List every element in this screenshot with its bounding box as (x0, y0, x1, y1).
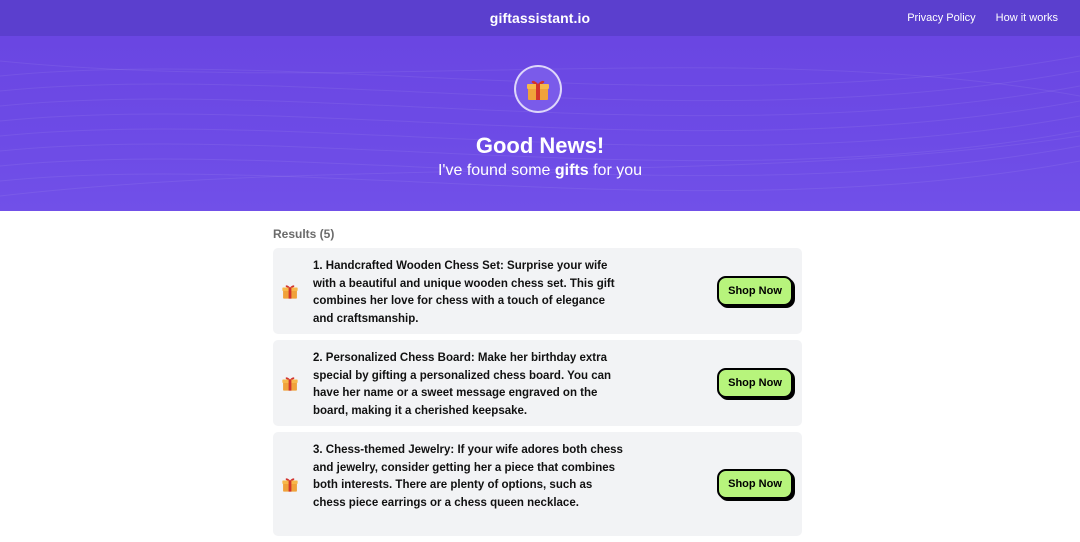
hero-subtitle: I've found some gifts for you (0, 162, 1080, 180)
shop-now-button[interactable]: Shop Now (717, 368, 793, 398)
hero-subtitle-post: for you (588, 162, 643, 179)
hero-gift-badge (514, 65, 562, 113)
nav-link-privacy-policy[interactable]: Privacy Policy (907, 12, 975, 24)
shop-now-button[interactable]: Shop Now (717, 469, 793, 499)
gift-icon (282, 285, 298, 299)
gift-icon (282, 377, 298, 391)
result-card: 1. Handcrafted Wooden Chess Set: Surpris… (273, 248, 802, 334)
nav-links: Privacy Policy How it works (907, 0, 1058, 36)
hero-subtitle-pre: I've found some (437, 162, 555, 179)
gift-icon (282, 478, 298, 492)
hero-wave-pattern (0, 55, 1080, 197)
brand-logo[interactable]: giftassistant.io (490, 10, 590, 26)
result-text: 3. Chess-themed Jewelry: If your wife ad… (313, 444, 623, 509)
top-nav: giftassistant.io Privacy Policy How it w… (0, 0, 1080, 36)
result-card: 2. Personalized Chess Board: Make her bi… (273, 340, 802, 426)
result-text: 1. Handcrafted Wooden Chess Set: Surpris… (313, 260, 615, 325)
result-card: 3. Chess-themed Jewelry: If your wife ad… (273, 432, 802, 536)
hero-subtitle-bold: gifts (554, 162, 589, 179)
shop-now-button[interactable]: Shop Now (717, 276, 793, 306)
hero-banner: Good News! I've found some gifts for you (0, 36, 1080, 211)
result-text: 2. Personalized Chess Board: Make her bi… (313, 352, 612, 417)
gift-icon (527, 80, 549, 100)
hero-title: Good News! (475, 133, 605, 158)
results-count-label: Results (5) (273, 227, 335, 241)
nav-link-how-it-works[interactable]: How it works (996, 12, 1058, 24)
